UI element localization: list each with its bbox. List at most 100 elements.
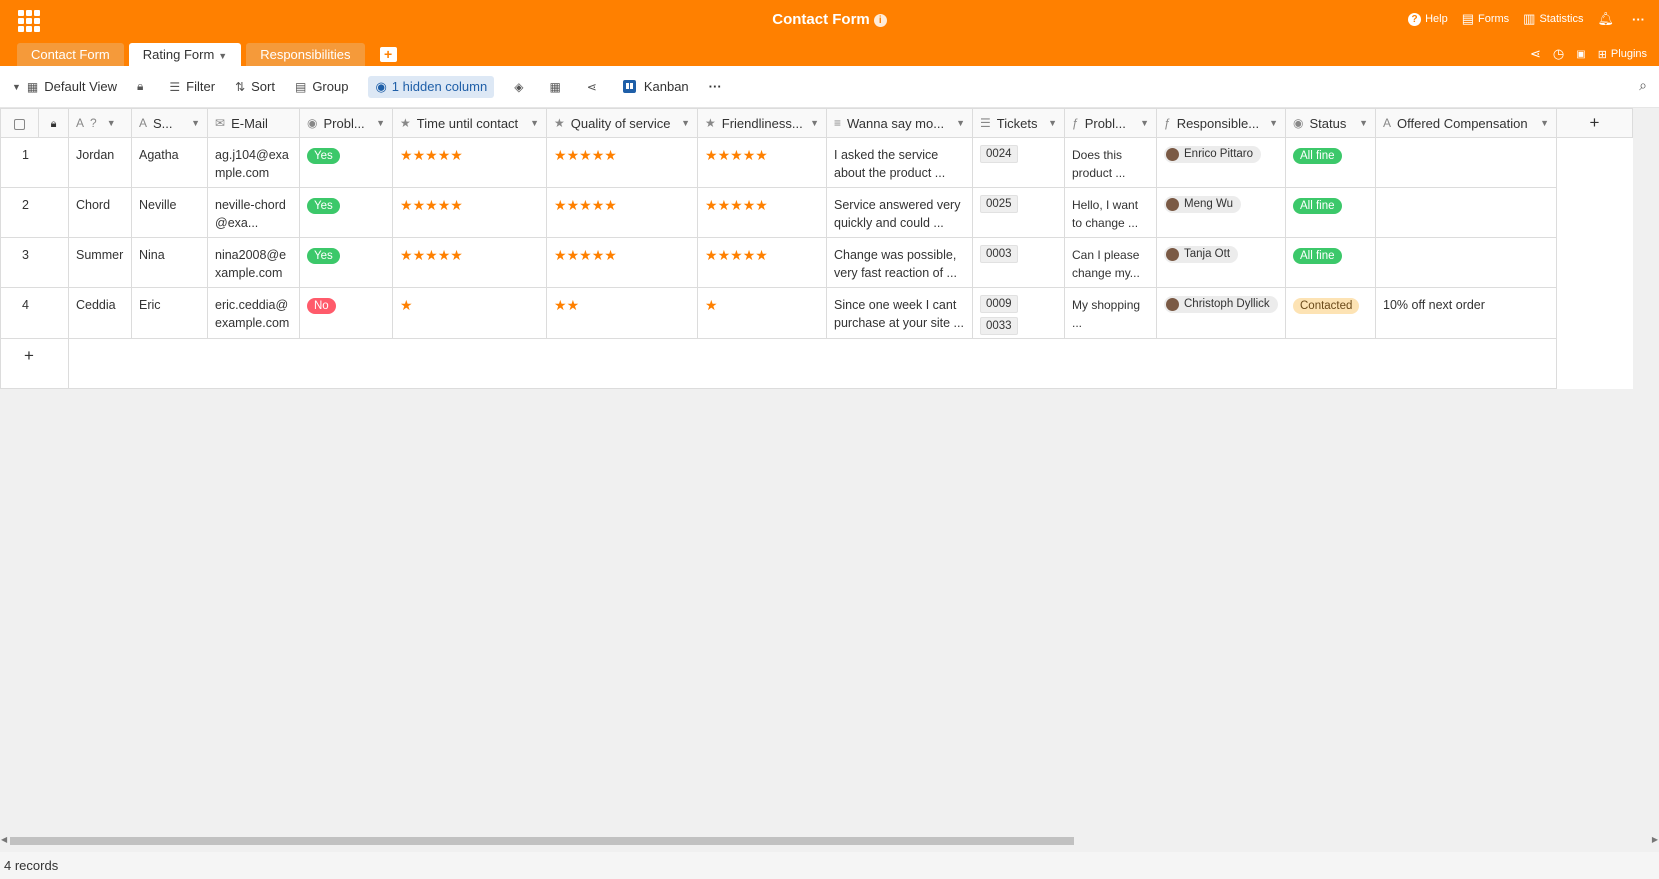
problem-cell[interactable]: Yes	[299, 137, 393, 188]
column-header-tickets[interactable]: ☰ Tickets ▼	[972, 108, 1065, 138]
friendliness-cell[interactable]: ★★★★★	[697, 187, 827, 238]
row-number-cell[interactable]: 4	[0, 287, 69, 339]
forms-button[interactable]: ▤ Forms	[1462, 11, 1509, 27]
scroll-right-icon[interactable]: ▶	[1652, 835, 1658, 844]
add-table-button[interactable]: +	[379, 47, 397, 62]
share-view-button[interactable]: ⋖	[587, 80, 603, 94]
column-header-problem[interactable]: ◉ Probl... ▼	[299, 108, 393, 138]
plugins-button[interactable]: ⊞ Plugins	[1598, 48, 1647, 61]
time-until-contact-cell[interactable]: ★	[392, 287, 547, 339]
chevron-down-icon[interactable]: ▼	[681, 118, 690, 128]
friendliness-cell[interactable]: ★★★★★	[697, 237, 827, 288]
tickets-cell[interactable]: 0009 0033	[972, 287, 1065, 339]
table-row[interactable]: 4 Ceddia Eric eric.ceddia@example.com No ★ ★★ ★…	[0, 287, 1633, 339]
column-header-friendliness[interactable]: ★ Friendliness... ▼	[697, 108, 827, 138]
chevron-down-icon[interactable]: ▼	[1048, 118, 1057, 128]
friendliness-cell[interactable]: ★★★★★	[697, 137, 827, 188]
comment-cell[interactable]: I asked the service about the product ..…	[826, 137, 973, 188]
compensation-cell[interactable]	[1375, 237, 1557, 288]
column-header-first-name[interactable]: A? ▼	[68, 108, 132, 138]
column-header-quality-of-service[interactable]: ★ Quality of service ▼	[546, 108, 698, 138]
compensation-cell[interactable]	[1375, 137, 1557, 188]
tickets-cell[interactable]: 0003	[972, 237, 1065, 288]
problem-text-cell[interactable]: Hello, I want to change ...	[1064, 187, 1157, 238]
chevron-down-icon[interactable]: ▼	[376, 118, 385, 128]
second-name-cell[interactable]: Eric	[131, 287, 208, 339]
column-header-wanna-say-more[interactable]: ≡ Wanna say mo... ▼	[826, 108, 973, 138]
horizontal-scrollbar[interactable]: ◀ ▶	[0, 834, 1659, 847]
column-header-second-name[interactable]: A S... ▼	[131, 108, 208, 138]
tab-contact-form[interactable]: Contact Form	[17, 43, 124, 66]
tickets-cell[interactable]: 0025	[972, 187, 1065, 238]
chevron-down-icon[interactable]: ▼	[1269, 118, 1278, 128]
compensation-cell[interactable]: 10% off next order	[1375, 287, 1557, 339]
scroll-left-icon[interactable]: ◀	[1, 835, 7, 844]
sort-button[interactable]: ⇅ Sort	[235, 79, 275, 94]
friendliness-cell[interactable]: ★	[697, 287, 827, 339]
more-menu-button[interactable]: ···	[1632, 12, 1645, 27]
second-name-cell[interactable]: Nina	[131, 237, 208, 288]
row-number-cell[interactable]: 3	[0, 237, 69, 288]
tickets-cell[interactable]: 0024	[972, 137, 1065, 188]
chevron-down-icon[interactable]: ▼	[810, 118, 819, 128]
problem-cell[interactable]: Yes	[299, 237, 393, 288]
comment-cell[interactable]: Service answered very quickly and could …	[826, 187, 973, 238]
first-name-cell[interactable]: Summer	[68, 237, 132, 288]
second-name-cell[interactable]: Agatha	[131, 137, 208, 188]
email-cell[interactable]: ag.j104@example.com	[207, 137, 300, 188]
responsible-cell[interactable]: Christoph Dyllick	[1156, 287, 1286, 339]
comment-cell[interactable]: Change was possible, very fast reaction …	[826, 237, 973, 288]
second-name-cell[interactable]: Neville	[131, 187, 208, 238]
comment-cell[interactable]: Since one week I cant purchase at your s…	[826, 287, 973, 339]
filter-button[interactable]: ☰ Filter	[169, 79, 215, 94]
select-all-checkbox[interactable]	[14, 118, 25, 130]
kanban-button[interactable]: Kanban	[622, 79, 689, 94]
table-row[interactable]: 2 Chord Neville neville-chord@exa... Yes ★★★★…	[0, 187, 1633, 238]
column-header-status[interactable]: ◉ Status ▼	[1285, 108, 1376, 138]
time-until-contact-cell[interactable]: ★★★★★	[392, 237, 547, 288]
row-number-cell[interactable]: 2	[0, 187, 69, 238]
column-header-email[interactable]: ✉ E-Mail	[207, 108, 300, 138]
column-header-responsible[interactable]: ƒ Responsible... ▼	[1156, 108, 1286, 138]
group-button[interactable]: ▤ Group	[295, 79, 348, 94]
problem-text-cell[interactable]: Does this product ...	[1064, 137, 1157, 188]
compensation-cell[interactable]	[1375, 187, 1557, 238]
time-until-contact-cell[interactable]: ★★★★★	[392, 187, 547, 238]
row-color-button[interactable]: ◈	[514, 80, 529, 94]
row-number-cell[interactable]: 1	[0, 137, 69, 188]
add-column-button[interactable]: +	[1556, 108, 1633, 138]
info-icon[interactable]: i	[873, 14, 887, 27]
select-all-cell[interactable]	[0, 108, 39, 138]
status-cell[interactable]: Contacted	[1285, 287, 1376, 339]
email-cell[interactable]: neville-chord@exa...	[207, 187, 300, 238]
responsible-cell[interactable]: Tanja Ott	[1156, 237, 1286, 288]
history-icon[interactable]: ◷	[1553, 46, 1564, 62]
email-cell[interactable]: eric.ceddia@example.com	[207, 287, 300, 339]
help-button[interactable]: ? Help	[1408, 12, 1448, 26]
responsible-cell[interactable]: Enrico Pittaro	[1156, 137, 1286, 188]
chevron-down-icon[interactable]: ▼	[956, 118, 965, 128]
chevron-down-icon[interactable]: ▼	[107, 118, 116, 128]
time-until-contact-cell[interactable]: ★★★★★	[392, 137, 547, 188]
search-icon[interactable]: ⌕	[1639, 77, 1647, 94]
chevron-down-icon[interactable]: ▼	[218, 51, 227, 61]
first-name-cell[interactable]: Chord	[68, 187, 132, 238]
statistics-button[interactable]: ▥ Statistics	[1523, 11, 1583, 27]
hidden-columns-button[interactable]: ◉ 1 hidden column	[368, 75, 495, 98]
status-cell[interactable]: All fine	[1285, 137, 1376, 188]
row-height-button[interactable]: ▦	[549, 80, 566, 94]
share-icon[interactable]: ⋖	[1530, 46, 1541, 62]
status-cell[interactable]: All fine	[1285, 187, 1376, 238]
quality-of-service-cell[interactable]: ★★★★★	[546, 137, 698, 188]
problem-cell[interactable]: Yes	[299, 187, 393, 238]
view-selector[interactable]: ▼ ▦ Default View	[12, 79, 117, 94]
email-cell[interactable]: nina2008@example.com	[207, 237, 300, 288]
scrollbar-thumb[interactable]	[10, 837, 1074, 845]
api-icon[interactable]: ▣	[1576, 49, 1585, 60]
problem-text-cell[interactable]: Can I please change my...	[1064, 237, 1157, 288]
notifications-button[interactable]: 🔔︎	[1597, 11, 1618, 27]
responsible-cell[interactable]: Meng Wu	[1156, 187, 1286, 238]
tab-responsibilities[interactable]: Responsibilities	[246, 43, 365, 66]
column-header-offered-compensation[interactable]: A Offered Compensation ▼	[1375, 108, 1557, 138]
tab-rating-form[interactable]: Rating Form ▼	[128, 43, 242, 66]
